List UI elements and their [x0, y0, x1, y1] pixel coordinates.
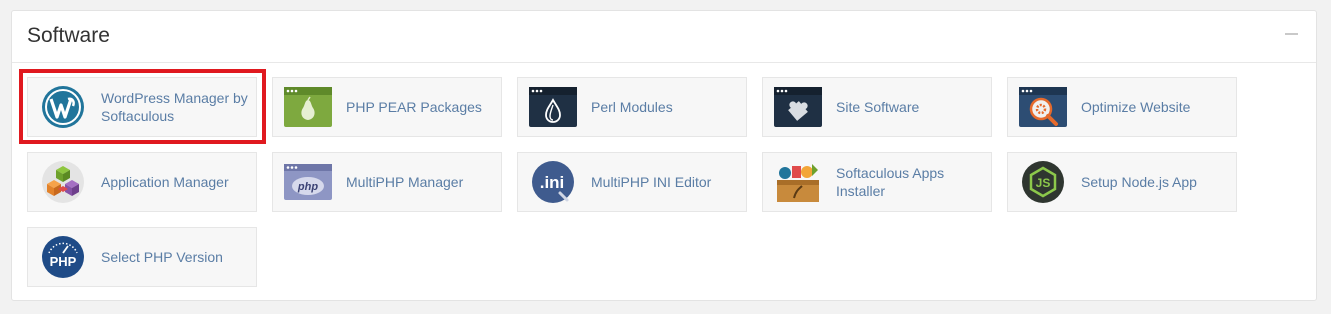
perl-onion-icon: [529, 85, 577, 129]
item-label: Application Manager: [101, 174, 229, 190]
collapse-icon[interactable]: [1285, 33, 1298, 35]
item-php-pear[interactable]: PHP PEAR Packages: [272, 77, 502, 137]
item-label: PHP PEAR Packages: [346, 99, 482, 115]
item-application-manager[interactable]: Application Manager: [27, 152, 257, 212]
nodejs-icon: JS: [1019, 160, 1067, 204]
item-label: Select PHP Version: [101, 249, 223, 265]
item-setup-nodejs-app[interactable]: JS Setup Node.js App: [1007, 152, 1237, 212]
softaculous-box-icon: [774, 160, 822, 204]
magnifier-gear-icon: [1019, 85, 1067, 129]
item-perl-modules[interactable]: Perl Modules: [517, 77, 747, 137]
item-label: Site Software: [836, 99, 920, 115]
svg-text:JS: JS: [1036, 176, 1051, 190]
item-label: Optimize Website: [1081, 99, 1191, 115]
item-select-php-version[interactable]: PHP Select PHP Version: [27, 227, 257, 287]
panel-title: Software: [27, 24, 110, 47]
php-gauge-icon: PHP: [39, 235, 87, 279]
php-window-icon: php: [284, 160, 332, 204]
panel-header: Software: [12, 11, 1316, 63]
item-softaculous-apps-installer[interactable]: Softaculous Apps Installer: [762, 152, 992, 212]
item-label: MultiPHP INI Editor: [591, 174, 712, 190]
cubes-icon: [39, 160, 87, 204]
puzzle-icon: [774, 85, 822, 129]
item-wordpress-manager[interactable]: WordPress Manager by Softaculous: [27, 77, 257, 137]
item-multiphp-ini-editor[interactable]: .ini MultiPHP INI Editor: [517, 152, 747, 212]
svg-text:php: php: [297, 181, 318, 193]
item-optimize-website[interactable]: Optimize Website: [1007, 77, 1237, 137]
item-label: WordPress Manager by Softaculous: [101, 90, 248, 124]
item-label: Softaculous Apps Installer: [836, 165, 945, 199]
item-label: MultiPHP Manager: [346, 174, 464, 190]
item-multiphp-manager[interactable]: php MultiPHP Manager: [272, 152, 502, 212]
svg-text:.ini: .ini: [540, 173, 565, 192]
item-label: Setup Node.js App: [1081, 174, 1197, 190]
wordpress-icon: [39, 85, 87, 129]
svg-text:PHP: PHP: [50, 254, 77, 269]
pear-icon: [284, 85, 332, 129]
item-label: Perl Modules: [591, 99, 673, 115]
item-site-software[interactable]: Site Software: [762, 77, 992, 137]
ini-file-icon: .ini: [529, 160, 577, 204]
